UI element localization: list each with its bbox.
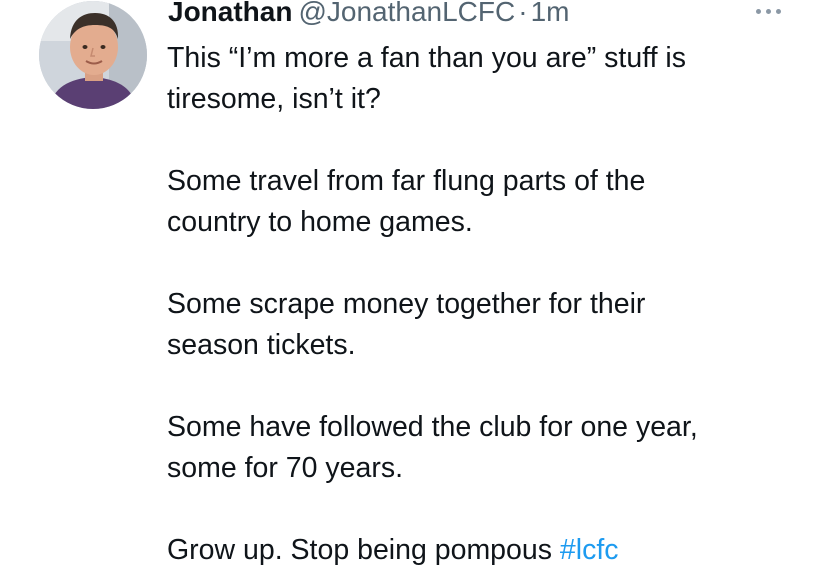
- tweet-paragraph: Some scrape money together for their sea…: [167, 284, 807, 366]
- tweet-line: country to home games.: [167, 206, 473, 238]
- tweet-line: tiresome, isn’t it?: [167, 83, 381, 115]
- tweet-text: This “I’m more a fan than you are” stuff…: [167, 38, 807, 570]
- tweet-line: Some scrape money together for their: [167, 288, 646, 320]
- avatar[interactable]: [39, 1, 147, 109]
- tweet-line: Grow up. Stop being pompous: [167, 534, 552, 566]
- tweet-paragraph: Some have followed the club for one year…: [167, 407, 807, 489]
- separator-dot: ·: [518, 0, 528, 27]
- tweet-line: some for 70 years.: [167, 452, 404, 484]
- tweet-line: season tickets.: [167, 329, 356, 361]
- tweet-paragraph: Grow up. Stop being pompous #lcfc: [167, 530, 807, 570]
- tweet-paragraph: Some travel from far flung parts of the …: [167, 161, 807, 243]
- more-horizontal-icon: [756, 9, 761, 14]
- tweet-line: Some have followed the club for one year…: [167, 411, 698, 443]
- tweet-line: This “I’m more a fan than you are” stuff…: [167, 42, 687, 74]
- more-options-button[interactable]: [752, 3, 786, 21]
- profile-photo-icon: [39, 1, 147, 109]
- user-handle[interactable]: @JonathanLCFC: [298, 0, 515, 27]
- tweet[interactable]: Jonathan @JonathanLCFC · 1m This “I’m more …: [0, 0, 828, 570]
- tweet-paragraph: This “I’m more a fan than you are” stuff…: [167, 38, 807, 120]
- tweet-header: Jonathan @JonathanLCFC · 1m: [168, 0, 569, 30]
- hashtag-link[interactable]: #lcfc: [560, 534, 619, 566]
- timestamp[interactable]: 1m: [531, 0, 570, 27]
- display-name[interactable]: Jonathan: [168, 0, 292, 27]
- tweet-line: Some travel from far flung parts of the: [167, 165, 646, 197]
